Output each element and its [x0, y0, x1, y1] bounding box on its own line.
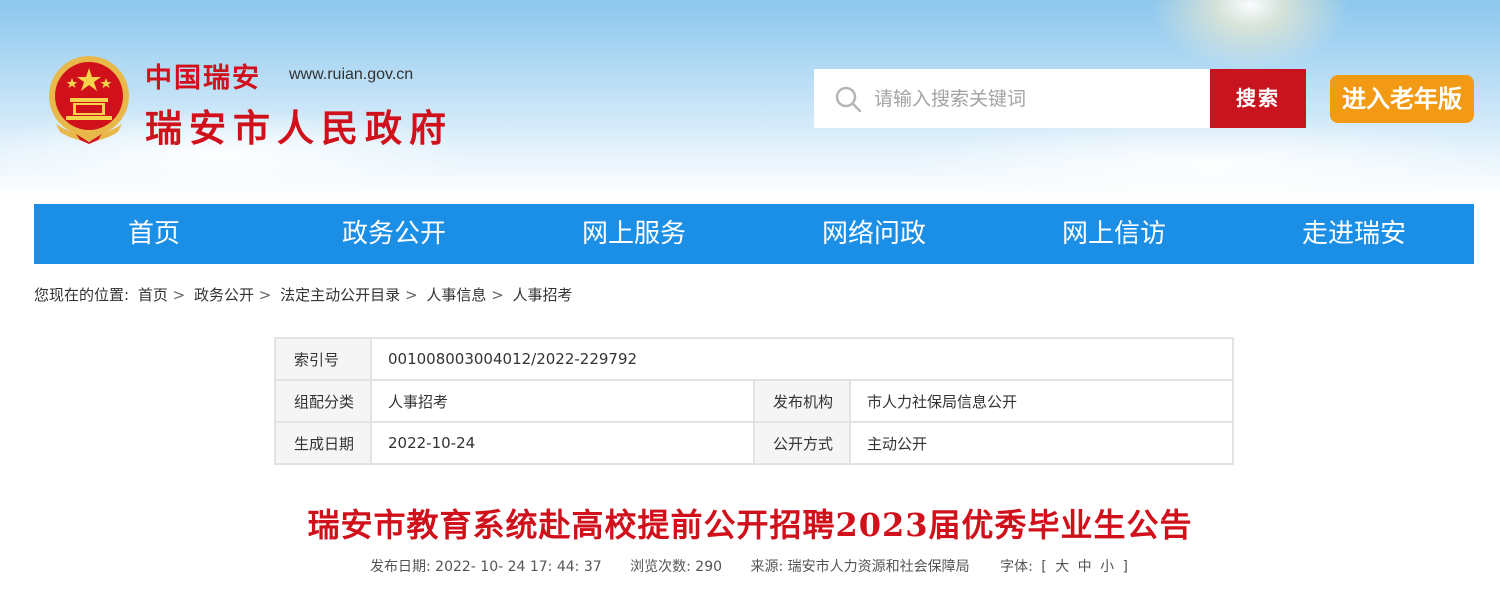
cloud-decoration — [900, 120, 1500, 200]
breadcrumb-link-recruitment[interactable]: 人事招考 — [512, 286, 572, 304]
brand-subtitle: 中国瑞安 — [145, 63, 261, 94]
breadcrumb-link-personnel-info[interactable]: 人事信息 — [426, 286, 486, 304]
publish-date-value: 2022- 10- 24 17: 44: 37 — [435, 559, 602, 575]
search-button[interactable]: 搜索 — [1210, 69, 1306, 128]
breadcrumb: 您现在的位置: 首页 > 政务公开 > 法定主动公开目录 > 人事信息 > 人事… — [34, 284, 572, 305]
nav-item-online-inquiry[interactable]: 网络问政 — [754, 204, 994, 264]
breadcrumb-separator: > — [404, 286, 418, 304]
table-row: 生成日期 2022-10-24 公开方式 主动公开 — [274, 421, 1234, 465]
sun-glow — [1150, 0, 1350, 70]
nav-item-gov-affairs[interactable]: 政务公开 — [274, 204, 514, 264]
elder-mode-button[interactable]: 进入老年版 — [1330, 75, 1474, 123]
font-size-small-button[interactable]: 小 — [1098, 559, 1116, 575]
font-bracket-close: ] — [1122, 559, 1129, 575]
index-label: 索引号 — [274, 337, 372, 381]
breadcrumb-separator: > — [172, 286, 186, 304]
font-size-control: 字体: [ 大 中 小 ] — [998, 559, 1130, 575]
breadcrumb-separator: > — [491, 286, 504, 304]
breadcrumb-link-gov-affairs[interactable]: 政务公开 — [194, 286, 254, 304]
method-label: 公开方式 — [753, 421, 851, 465]
category-value: 人事招考 — [370, 379, 755, 423]
national-emblem-icon — [49, 56, 129, 144]
article-info-bar: 发布日期: 2022- 10- 24 17: 44: 37 浏览次数: 290 … — [0, 556, 1500, 576]
font-bracket-open: [ — [1041, 559, 1047, 575]
breadcrumb-separator: > — [258, 286, 272, 304]
search-icon[interactable] — [834, 85, 862, 113]
nav-item-online-petition[interactable]: 网上信访 — [994, 204, 1234, 264]
font-size-large-button[interactable]: 大 — [1053, 559, 1071, 575]
view-count: 浏览次数: 290 — [630, 559, 726, 575]
publisher-value: 市人力社保局信息公开 — [849, 379, 1234, 423]
breadcrumb-link-directory[interactable]: 法定主动公开目录 — [280, 286, 400, 304]
search-input[interactable] — [874, 69, 1204, 128]
table-row: 索引号 001008003004012/2022-229792 — [274, 337, 1234, 381]
view-count-value: 290 — [695, 559, 723, 575]
font-size-label: 字体: — [1000, 559, 1033, 575]
table-row: 组配分类 人事招考 发布机构 市人力社保局信息公开 — [274, 379, 1234, 423]
nav-item-online-services[interactable]: 网上服务 — [514, 204, 754, 264]
nav-item-home[interactable]: 首页 — [34, 204, 274, 264]
source-value: 瑞安市人力资源和社会保障局 — [787, 559, 970, 575]
article-title: 瑞安市教育系统赴高校提前公开招聘2023届优秀毕业生公告 — [307, 506, 1193, 544]
document-meta-table: 索引号 001008003004012/2022-229792 组配分类 人事招… — [274, 337, 1234, 465]
method-value: 主动公开 — [849, 421, 1234, 465]
publisher-label: 发布机构 — [753, 379, 851, 423]
nav-item-about-ruian[interactable]: 走进瑞安 — [1234, 204, 1474, 264]
brand-url: www.ruian.gov.cn — [289, 66, 414, 83]
date-label: 生成日期 — [274, 421, 372, 465]
publish-date: 发布日期: 2022- 10- 24 17: 44: 37 — [370, 559, 606, 575]
category-label: 组配分类 — [274, 379, 372, 423]
search-box — [814, 69, 1210, 128]
breadcrumb-prefix: 您现在的位置: — [34, 286, 130, 304]
index-value: 001008003004012/2022-229792 — [370, 337, 1234, 381]
site-title: 瑞安市人民政府 — [145, 106, 453, 150]
view-count-label: 浏览次数: — [630, 559, 691, 575]
font-size-medium-button[interactable]: 中 — [1076, 559, 1094, 575]
publish-date-label: 发布日期: — [369, 559, 431, 575]
main-nav: 首页 政务公开 网上服务 网络问政 网上信访 走进瑞安 — [34, 204, 1474, 264]
source-label: 来源: — [750, 559, 784, 575]
source: 来源: 瑞安市人力资源和社会保障局 — [750, 559, 974, 575]
date-value: 2022-10-24 — [370, 421, 755, 465]
breadcrumb-link-home[interactable]: 首页 — [138, 286, 168, 304]
